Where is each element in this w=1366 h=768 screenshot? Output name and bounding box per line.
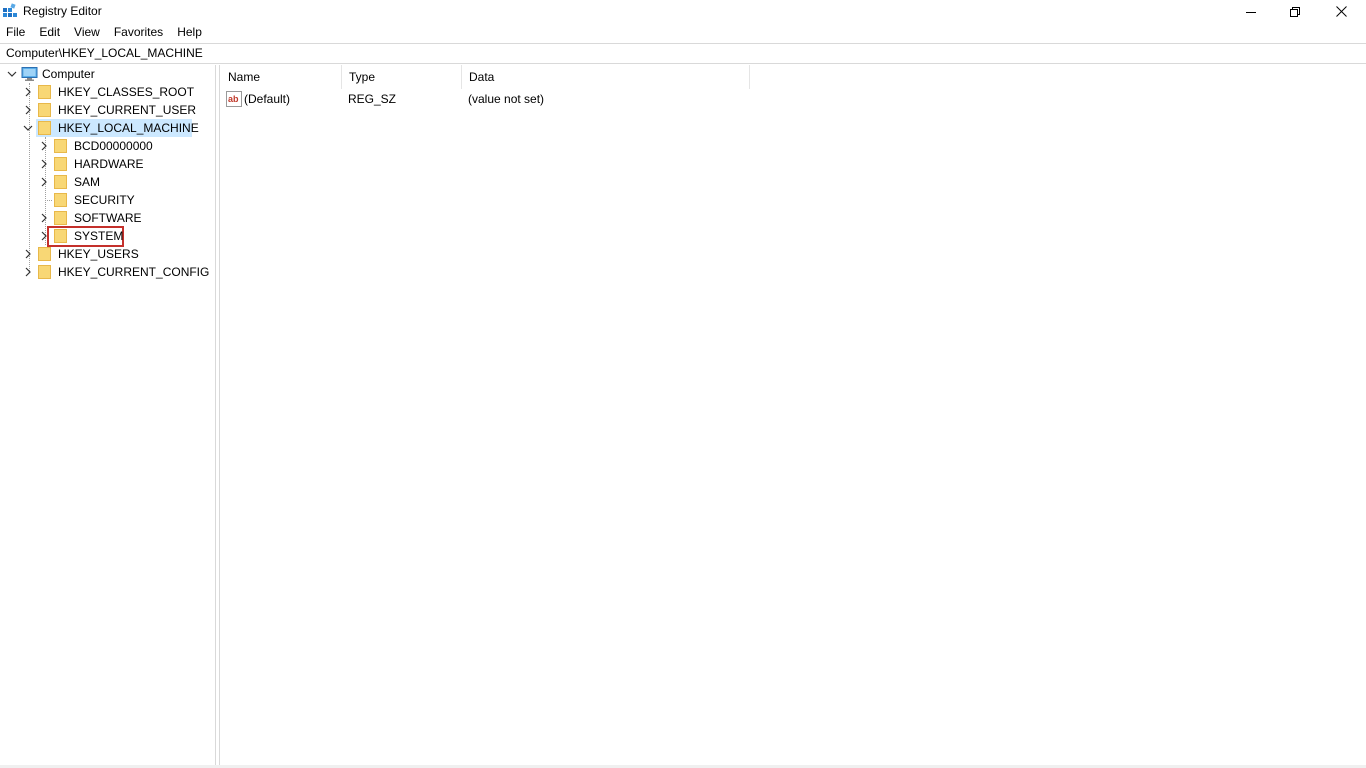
menu-bar: File Edit View Favorites Help xyxy=(0,23,1366,42)
string-value-icon: ab xyxy=(226,91,242,107)
folder-icon xyxy=(54,175,67,189)
menu-view[interactable]: View xyxy=(67,23,107,42)
folder-icon xyxy=(54,211,67,225)
folder-icon xyxy=(54,193,67,207)
registry-editor-window: Registry Editor File Edit View Favorites… xyxy=(0,0,1366,768)
folder-icon xyxy=(38,265,51,279)
chevron-down-icon xyxy=(23,125,33,131)
folder-icon xyxy=(54,139,67,153)
folder-icon xyxy=(38,247,51,261)
chevron-right-icon xyxy=(41,159,47,169)
restore-icon xyxy=(1290,6,1300,17)
registry-editor-icon xyxy=(3,3,17,17)
chevron-right-icon xyxy=(25,249,31,259)
list-item[interactable]: ab (Default) REG_SZ (value not set) xyxy=(221,89,1366,109)
expand-chevron[interactable] xyxy=(22,101,34,119)
tree-node-hardware[interactable]: HARDWARE xyxy=(74,155,144,173)
folder-open-icon xyxy=(38,121,51,135)
value-name: (Default) xyxy=(244,92,291,106)
values-list-pane[interactable]: Name Type Data ab (Default) REG_SZ (valu… xyxy=(221,65,1366,768)
tree-node-hkey-current-config[interactable]: HKEY_CURRENT_CONFIG xyxy=(58,263,209,281)
tree-node-hkey-classes-root[interactable]: HKEY_CLASSES_ROOT xyxy=(58,83,194,101)
tree-node-hkey-local-machine[interactable]: HKEY_LOCAL_MACHINE xyxy=(58,119,199,137)
computer-icon xyxy=(21,67,38,81)
expand-chevron[interactable] xyxy=(22,83,34,101)
expand-chevron[interactable] xyxy=(22,263,34,281)
menu-edit[interactable]: Edit xyxy=(32,23,67,42)
chevron-right-icon xyxy=(25,87,31,97)
column-header-type[interactable]: Type xyxy=(342,65,462,89)
collapse-chevron[interactable] xyxy=(22,119,34,137)
menu-favorites[interactable]: Favorites xyxy=(107,23,170,42)
expand-chevron[interactable] xyxy=(38,173,50,191)
folder-icon xyxy=(54,157,67,171)
tree-node-bcd00000000[interactable]: BCD00000000 xyxy=(74,137,153,155)
chevron-right-icon xyxy=(41,177,47,187)
chevron-down-icon xyxy=(7,71,17,77)
tree-node-software[interactable]: SOFTWARE xyxy=(74,209,142,227)
close-icon xyxy=(1335,6,1347,17)
folder-icon xyxy=(54,229,67,243)
menu-file[interactable]: File xyxy=(0,23,32,42)
chevron-right-icon xyxy=(41,141,47,151)
tree-node-sam[interactable]: SAM xyxy=(74,173,100,191)
window-title: Registry Editor xyxy=(23,4,102,18)
tree-node-computer[interactable]: Computer xyxy=(42,65,95,83)
tree-connector-line xyxy=(45,200,52,201)
expand-chevron[interactable] xyxy=(38,155,50,173)
tree-node-system[interactable]: SYSTEM xyxy=(74,227,123,245)
pane-splitter[interactable] xyxy=(216,65,220,768)
value-data: (value not set) xyxy=(468,92,545,106)
expand-chevron[interactable] xyxy=(38,209,50,227)
expand-chevron[interactable] xyxy=(38,137,50,155)
menu-help[interactable]: Help xyxy=(170,23,209,42)
key-tree-pane[interactable]: Computer HKEY_CLASSES_ROOT HKEY_CURRENT_… xyxy=(0,65,216,768)
chevron-right-icon xyxy=(25,267,31,277)
tree-node-hkey-users[interactable]: HKEY_USERS xyxy=(58,245,139,263)
close-button[interactable] xyxy=(1318,0,1364,23)
folder-icon xyxy=(38,103,51,117)
column-header-data[interactable]: Data xyxy=(462,65,750,89)
tree-node-hkey-current-user[interactable]: HKEY_CURRENT_USER xyxy=(58,101,196,119)
minimize-icon xyxy=(1246,11,1256,13)
title-bar: Registry Editor xyxy=(0,0,1366,23)
minimize-button[interactable] xyxy=(1228,0,1274,23)
svg-text:ab: ab xyxy=(228,94,239,104)
chevron-right-icon xyxy=(25,105,31,115)
folder-icon xyxy=(38,85,51,99)
value-type: REG_SZ xyxy=(348,92,397,106)
expand-chevron[interactable] xyxy=(22,245,34,263)
column-header-name[interactable]: Name xyxy=(221,65,342,89)
list-header: Name Type Data xyxy=(221,65,1366,89)
tree-node-security[interactable]: SECURITY xyxy=(74,191,135,209)
restore-button[interactable] xyxy=(1272,0,1318,23)
collapse-chevron[interactable] xyxy=(6,65,18,83)
address-input[interactable] xyxy=(6,44,1356,63)
address-bar xyxy=(0,43,1366,64)
chevron-right-icon xyxy=(41,213,47,223)
